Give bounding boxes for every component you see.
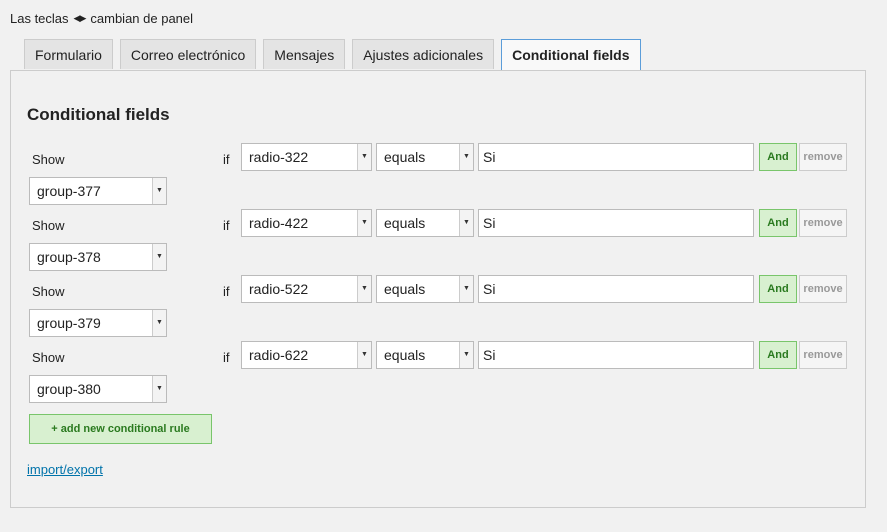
group-select-value: group-379 — [37, 315, 101, 331]
operator-select[interactable]: equals ▼ — [376, 209, 474, 237]
dropdown-arrow-icon: ▼ — [357, 342, 371, 368]
import-export-link[interactable]: import/export — [27, 462, 103, 477]
dropdown-arrow-icon: ▼ — [459, 210, 473, 236]
operator-select-value: equals — [384, 347, 426, 363]
group-select[interactable]: group-378 ▼ — [29, 243, 167, 271]
left-right-arrows-icon: ◀▶ — [73, 13, 87, 23]
operator-select[interactable]: equals ▼ — [376, 341, 474, 369]
show-label: Show — [32, 218, 65, 233]
show-label: Show — [32, 350, 65, 365]
and-button[interactable]: And — [759, 275, 797, 303]
tab-bar: Formulario Correo electrónico Mensajes A… — [24, 39, 641, 71]
tab-correo-electronico[interactable]: Correo electrónico — [119, 39, 257, 69]
dropdown-arrow-icon: ▼ — [152, 178, 166, 204]
tab-ajustes-adicionales[interactable]: Ajustes adicionales — [352, 39, 495, 69]
group-select[interactable]: group-379 ▼ — [29, 309, 167, 337]
operator-select-value: equals — [384, 149, 426, 165]
group-select[interactable]: group-377 ▼ — [29, 177, 167, 205]
if-label: if — [223, 218, 230, 233]
field-select-value: radio-422 — [249, 215, 309, 231]
field-select-value: radio-522 — [249, 281, 309, 297]
dropdown-arrow-icon: ▼ — [459, 276, 473, 302]
if-label: if — [223, 284, 230, 299]
operator-select-value: equals — [384, 281, 426, 297]
group-select-value: group-380 — [37, 381, 101, 397]
field-select[interactable]: radio-622 ▼ — [241, 341, 372, 369]
dropdown-arrow-icon: ▼ — [459, 342, 473, 368]
dropdown-arrow-icon: ▼ — [152, 310, 166, 336]
group-select-value: group-378 — [37, 249, 101, 265]
hint-text-before: Las teclas — [10, 11, 69, 26]
if-label: if — [223, 152, 230, 167]
value-input[interactable]: Si — [478, 143, 754, 171]
and-button[interactable]: And — [759, 341, 797, 369]
conditional-rule: Show group-377 ▼ if radio-322 ▼ equals ▼ Si… — [11, 143, 867, 209]
operator-select[interactable]: equals ▼ — [376, 143, 474, 171]
field-select[interactable]: radio-522 ▼ — [241, 275, 372, 303]
value-input[interactable]: Si — [478, 341, 754, 369]
tab-conditional-fields[interactable]: Conditional fields — [501, 39, 641, 71]
dropdown-arrow-icon: ▼ — [459, 144, 473, 170]
conditional-rule: Show group-378 ▼ if radio-422 ▼ equals ▼ Si… — [11, 209, 867, 275]
dropdown-arrow-icon: ▼ — [357, 144, 371, 170]
group-select-value: group-377 — [37, 183, 101, 199]
operator-select[interactable]: equals ▼ — [376, 275, 474, 303]
tab-formulario[interactable]: Formulario — [24, 39, 113, 69]
tab-mensajes[interactable]: Mensajes — [263, 39, 346, 69]
remove-button[interactable]: remove — [799, 143, 847, 171]
remove-button[interactable]: remove — [799, 275, 847, 303]
dropdown-arrow-icon: ▼ — [152, 376, 166, 402]
conditional-rule: Show group-379 ▼ if radio-522 ▼ equals ▼ Si… — [11, 275, 867, 341]
remove-button[interactable]: remove — [799, 341, 847, 369]
hint-text-after: cambian de panel — [90, 11, 194, 26]
value-input[interactable]: Si — [478, 209, 754, 237]
conditional-rule: Show group-380 ▼ if radio-622 ▼ equals ▼ Si… — [11, 341, 867, 407]
field-select[interactable]: radio-322 ▼ — [241, 143, 372, 171]
dropdown-arrow-icon: ▼ — [357, 210, 371, 236]
operator-select-value: equals — [384, 215, 426, 231]
show-label: Show — [32, 284, 65, 299]
field-select[interactable]: radio-422 ▼ — [241, 209, 372, 237]
dropdown-arrow-icon: ▼ — [357, 276, 371, 302]
if-label: if — [223, 350, 230, 365]
add-conditional-rule-button[interactable]: + add new conditional rule — [29, 414, 212, 444]
and-button[interactable]: And — [759, 209, 797, 237]
field-select-value: radio-622 — [249, 347, 309, 363]
and-button[interactable]: And — [759, 143, 797, 171]
show-label: Show — [32, 152, 65, 167]
dropdown-arrow-icon: ▼ — [152, 244, 166, 270]
value-input[interactable]: Si — [478, 275, 754, 303]
panel-title: Conditional fields — [27, 105, 170, 124]
remove-button[interactable]: remove — [799, 209, 847, 237]
keyboard-hint: Las teclas ◀▶ cambian de panel — [10, 11, 193, 26]
conditional-fields-panel: Conditional fields Show group-377 ▼ if ra… — [10, 70, 866, 508]
field-select-value: radio-322 — [249, 149, 309, 165]
group-select[interactable]: group-380 ▼ — [29, 375, 167, 403]
